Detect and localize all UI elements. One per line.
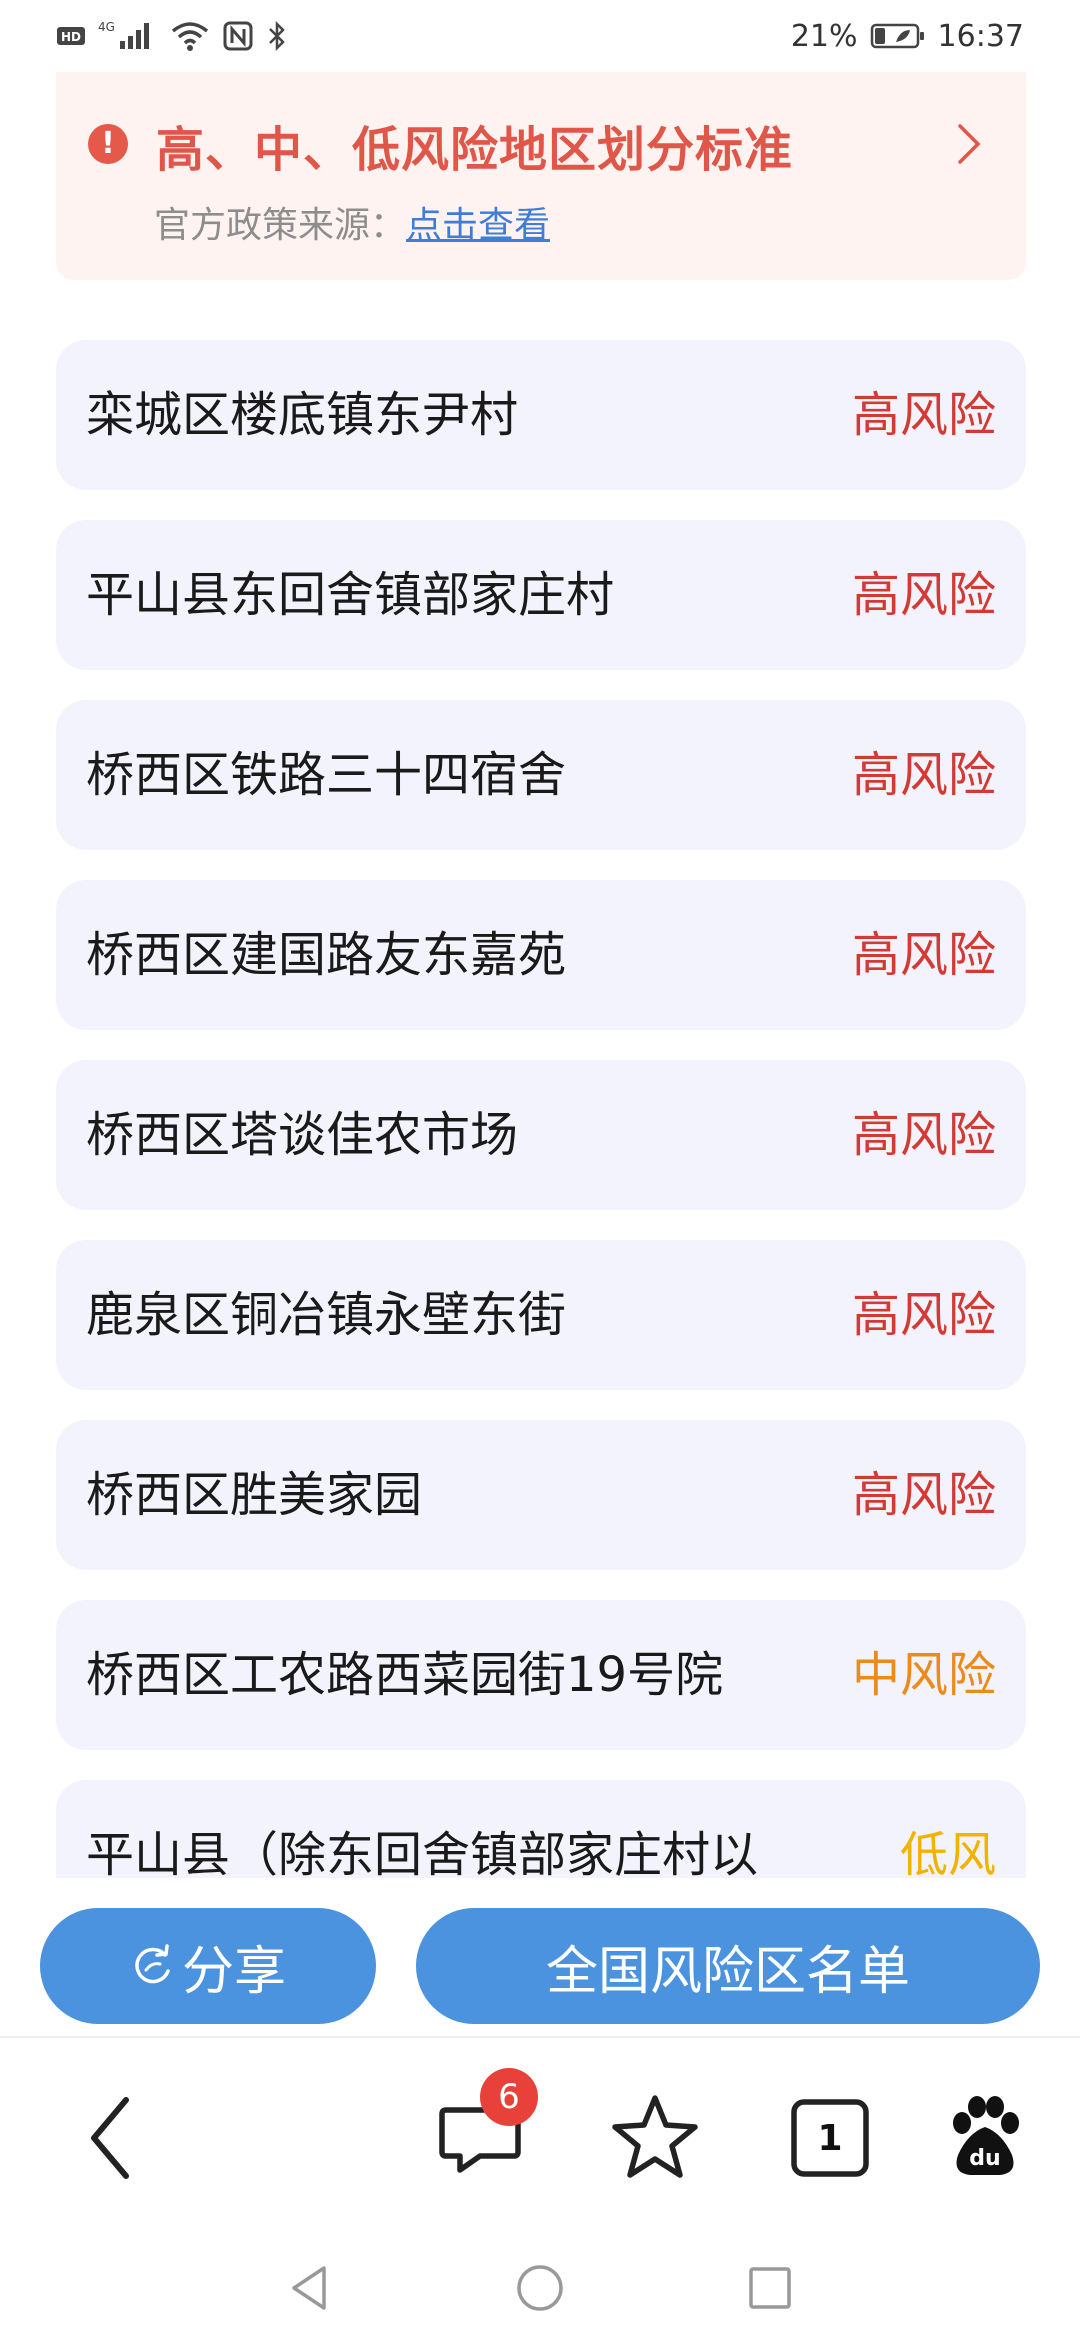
risk-level-label: 高风险 bbox=[851, 1287, 996, 1343]
status-bar: HD 4G 21% 16:37 bbox=[0, 0, 1080, 72]
risk-area-name: 桥西区铁路三十四宿舍 bbox=[86, 747, 567, 803]
risk-level-label: 高风险 bbox=[851, 927, 996, 983]
share-button[interactable]: 分享 bbox=[40, 1908, 376, 2024]
tabs-icon: 1 bbox=[788, 2096, 872, 2180]
tabs-button[interactable]: 1 bbox=[775, 2038, 885, 2238]
network-type-label: 4G bbox=[98, 20, 115, 34]
browser-toolbar: 6 1 du bbox=[0, 2036, 1080, 2236]
risk-area-item[interactable]: 栾城区楼底镇东尹村 高风险 bbox=[56, 340, 1026, 490]
national-risk-list-label: 全国风险区名单 bbox=[545, 1941, 910, 2002]
hd-icon: HD bbox=[56, 24, 86, 48]
nav-back-icon bbox=[292, 2266, 326, 2310]
risk-level-label: 中风险 bbox=[851, 1647, 996, 1703]
chevron-right-icon[interactable] bbox=[938, 114, 998, 174]
risk-level-label: 低风 bbox=[899, 1827, 996, 1878]
system-home-button[interactable] bbox=[498, 2246, 582, 2330]
risk-area-name: 桥西区建国路友东嘉苑 bbox=[86, 927, 567, 983]
share-refresh-icon bbox=[135, 1944, 170, 1984]
risk-area-name: 桥西区塔谈佳农市场 bbox=[86, 1107, 519, 1163]
star-icon bbox=[612, 2095, 698, 2178]
risk-area-item[interactable]: 平山县东回舍镇部家庄村 高风险 bbox=[56, 520, 1026, 670]
nfc-icon bbox=[222, 20, 254, 52]
risk-area-name: 平山县（除东回舍镇部家庄村以 bbox=[86, 1827, 759, 1878]
bluetooth-icon bbox=[266, 20, 288, 52]
svg-text:du: du bbox=[969, 2146, 1000, 2171]
alert-icon: ! bbox=[88, 124, 128, 164]
system-navigation-bar bbox=[0, 2236, 1080, 2340]
risk-area-name: 栾城区楼底镇东尹村 bbox=[86, 387, 519, 443]
notice-source: 官方政策来源：点击查看 bbox=[154, 196, 550, 248]
risk-area-item[interactable]: 平山县（除东回舍镇部家庄村以 低风 bbox=[56, 1780, 1026, 1878]
baidu-paw-icon: du bbox=[953, 2096, 1019, 2175]
status-left: HD 4G bbox=[56, 19, 288, 53]
risk-area-item[interactable]: 鹿泉区铜冶镇永壁东街 高风险 bbox=[56, 1240, 1026, 1390]
comment-count-badge: 6 bbox=[480, 2068, 538, 2126]
risk-level-label: 高风险 bbox=[851, 1467, 996, 1523]
baidu-button[interactable]: du bbox=[930, 2038, 1040, 2238]
nav-recent-icon bbox=[749, 2267, 791, 2309]
wifi-icon bbox=[170, 19, 210, 53]
risk-area-name: 桥西区工农路西菜园街19号院 bbox=[86, 1647, 724, 1703]
risk-area-item[interactable]: 桥西区胜美家园 高风险 bbox=[56, 1420, 1026, 1570]
risk-standard-notice[interactable]: ! 高、中、低风险地区划分标准 官方政策来源：点击查看 bbox=[56, 72, 1026, 280]
risk-area-item[interactable]: 桥西区建国路友东嘉苑 高风险 bbox=[56, 880, 1026, 1030]
hd-icon-label: HD bbox=[61, 30, 81, 44]
system-recent-button[interactable] bbox=[728, 2246, 812, 2330]
system-back-button[interactable] bbox=[268, 2246, 352, 2330]
battery-icon bbox=[870, 22, 926, 50]
share-button-label: 分享 bbox=[181, 1941, 286, 2002]
risk-level-label: 高风险 bbox=[851, 1107, 996, 1163]
battery-percent: 21% bbox=[790, 18, 858, 54]
risk-area-name: 鹿泉区铜冶镇永壁东街 bbox=[86, 1287, 567, 1343]
nav-home-icon bbox=[517, 2265, 563, 2311]
view-source-link[interactable]: 点击查看 bbox=[406, 205, 550, 246]
notice-source-label: 官方政策来源： bbox=[154, 205, 407, 246]
browser-page: HD 4G 21% 16:37 ! 高、中、低风险地区划分标准 官方政策来源：点… bbox=[0, 0, 1080, 2340]
risk-level-label: 高风险 bbox=[851, 567, 996, 623]
risk-level-label: 高风险 bbox=[851, 747, 996, 803]
risk-area-list[interactable]: 栾城区楼底镇东尹村 高风险 平山县东回舍镇部家庄村 高风险 桥西区铁路三十四宿舍 高风险桥… bbox=[56, 340, 1026, 1878]
tab-count: 1 bbox=[817, 2117, 843, 2159]
comments-button[interactable]: 6 bbox=[410, 2038, 550, 2238]
risk-area-name: 桥西区胜美家园 bbox=[86, 1467, 423, 1523]
risk-area-item[interactable]: 桥西区塔谈佳农市场 高风险 bbox=[56, 1060, 1026, 1210]
action-bar: 分享 全国风险区名单 bbox=[0, 1878, 1080, 2036]
risk-area-name: 平山县东回舍镇部家庄村 bbox=[86, 567, 615, 623]
back-button[interactable] bbox=[60, 2038, 160, 2238]
back-icon bbox=[91, 2097, 129, 2179]
clock: 16:37 bbox=[937, 18, 1024, 54]
risk-area-item[interactable]: 桥西区铁路三十四宿舍 高风险 bbox=[56, 700, 1026, 850]
cellular-signal-icon: 4G bbox=[98, 19, 158, 53]
risk-area-item[interactable]: 桥西区工农路西菜园街19号院 中风险 bbox=[56, 1600, 1026, 1750]
national-risk-list-button[interactable]: 全国风险区名单 bbox=[416, 1908, 1040, 2024]
risk-level-label: 高风险 bbox=[851, 387, 996, 443]
status-right: 21% 16:37 bbox=[791, 19, 1024, 54]
notice-title: 高、中、低风险地区划分标准 bbox=[156, 122, 794, 178]
favorite-button[interactable] bbox=[600, 2038, 710, 2238]
